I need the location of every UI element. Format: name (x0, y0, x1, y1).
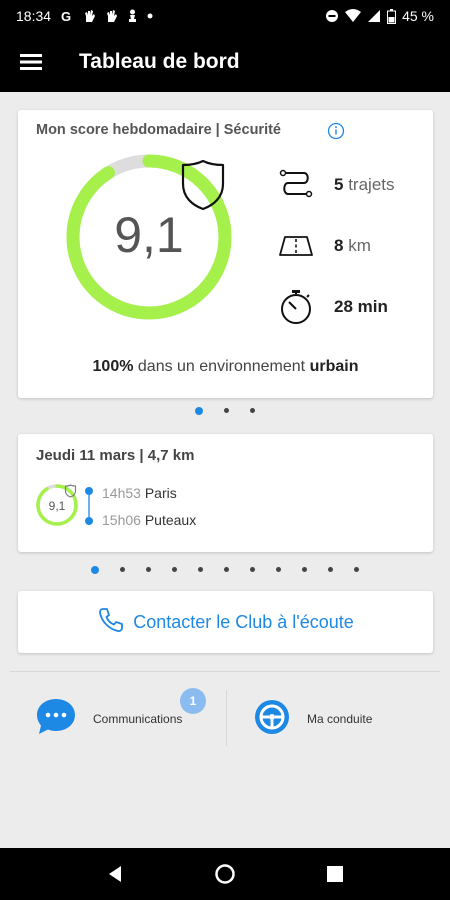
signal-icon (367, 9, 381, 23)
communications-button[interactable]: Communications 1 (35, 688, 206, 742)
trip-end-time: 15h06 (102, 512, 141, 528)
trips-unit: trajets (348, 175, 395, 194)
trip-timeline (85, 487, 93, 525)
wifi-icon (345, 9, 362, 23)
info-icon[interactable] (327, 122, 345, 145)
my-driving-button[interactable]: Ma conduite (253, 696, 372, 742)
score-card-title: Mon score hebdomadaire | Sécurité (36, 122, 281, 138)
system-nav-bar (0, 848, 450, 900)
stopwatch-icon (276, 287, 316, 327)
trip-pager-dot[interactable] (198, 567, 203, 572)
trip-pager-dot[interactable] (250, 567, 255, 572)
trip-pager-dot[interactable] (328, 567, 333, 572)
google-icon: G (60, 9, 74, 23)
chess-pawn-icon (127, 9, 138, 23)
stat-trips: 5 trajets (276, 165, 395, 205)
shield-icon (64, 484, 77, 503)
score-pager-dot[interactable] (195, 407, 203, 415)
trip-end-place: Puteaux (144, 512, 197, 528)
trip-pager-dot[interactable] (146, 567, 151, 572)
recents-icon[interactable] (315, 854, 355, 894)
trip-card-pager (0, 566, 450, 574)
trip-pager-dot[interactable] (224, 567, 229, 572)
shield-icon (178, 158, 228, 217)
my-driving-label: Ma conduite (307, 712, 373, 726)
trip-header: Jeudi 11 mars | 4,7 km (36, 447, 195, 464)
trip-pager-dot[interactable] (302, 567, 307, 572)
battery-icon (387, 8, 397, 24)
home-icon[interactable] (205, 854, 245, 894)
status-bar: 18:34 G 45 % (0, 0, 450, 32)
dnd-icon (325, 9, 339, 23)
trip-end: 15h06 Puteaux (102, 512, 196, 528)
environment-type: urbain (309, 358, 359, 375)
svg-text:G: G (61, 9, 71, 23)
trip-start: 14h53 Paris (102, 485, 177, 501)
hamburger-menu-icon[interactable] (0, 32, 62, 92)
environment-summary: 100% dans un environnement urbain (18, 358, 433, 376)
trips-count: 5 (334, 175, 344, 194)
last-trip-card[interactable]: Jeudi 11 mars | 4,7 km 9,1 14h53 Paris 1… (18, 434, 433, 552)
duration-value: 28 min (334, 297, 388, 316)
score-pager-dot[interactable] (250, 408, 255, 413)
page-title: Tableau de bord (79, 50, 240, 73)
contact-club-button[interactable]: Contacter le Club à l'écoute (18, 591, 433, 653)
distance-value: 8 (334, 236, 344, 255)
divider (226, 690, 227, 746)
weekly-score-card[interactable]: Mon score hebdomadaire | Sécurité 9,1 5 … (18, 110, 433, 398)
phone-icon (97, 606, 125, 639)
app-bar: Tableau de bord (0, 32, 450, 92)
trip-pager-dot[interactable] (120, 567, 125, 572)
divider (10, 671, 440, 672)
trip-pager-dot[interactable] (276, 567, 281, 572)
score-card-pager (0, 407, 450, 415)
gesture-icon (105, 9, 118, 23)
trip-pager-dot[interactable] (354, 567, 359, 572)
stat-distance: 8 km (276, 226, 371, 266)
dot-icon (147, 13, 153, 19)
chat-icon (35, 697, 77, 742)
trip-start-time: 14h53 (102, 485, 141, 501)
battery-level: 45 % (402, 8, 434, 24)
steering-wheel-icon (253, 698, 291, 741)
environment-percent: 100% (92, 358, 134, 375)
route-icon (276, 165, 316, 205)
road-icon (276, 226, 316, 266)
notification-badge: 1 (180, 688, 206, 714)
stat-duration: 28 min (276, 287, 388, 327)
score-pager-dot[interactable] (224, 408, 229, 413)
communications-label: Communications (93, 712, 183, 726)
environment-text: dans un environnement (137, 358, 306, 375)
distance-unit: km (348, 236, 371, 255)
trip-pager-dot[interactable] (91, 566, 99, 574)
contact-label: Contacter le Club à l'écoute (133, 611, 354, 632)
trip-start-place: Paris (144, 485, 177, 501)
trip-pager-dot[interactable] (172, 567, 177, 572)
back-icon[interactable] (95, 854, 135, 894)
gesture-icon (83, 9, 96, 23)
clock: 18:34 (16, 8, 52, 24)
